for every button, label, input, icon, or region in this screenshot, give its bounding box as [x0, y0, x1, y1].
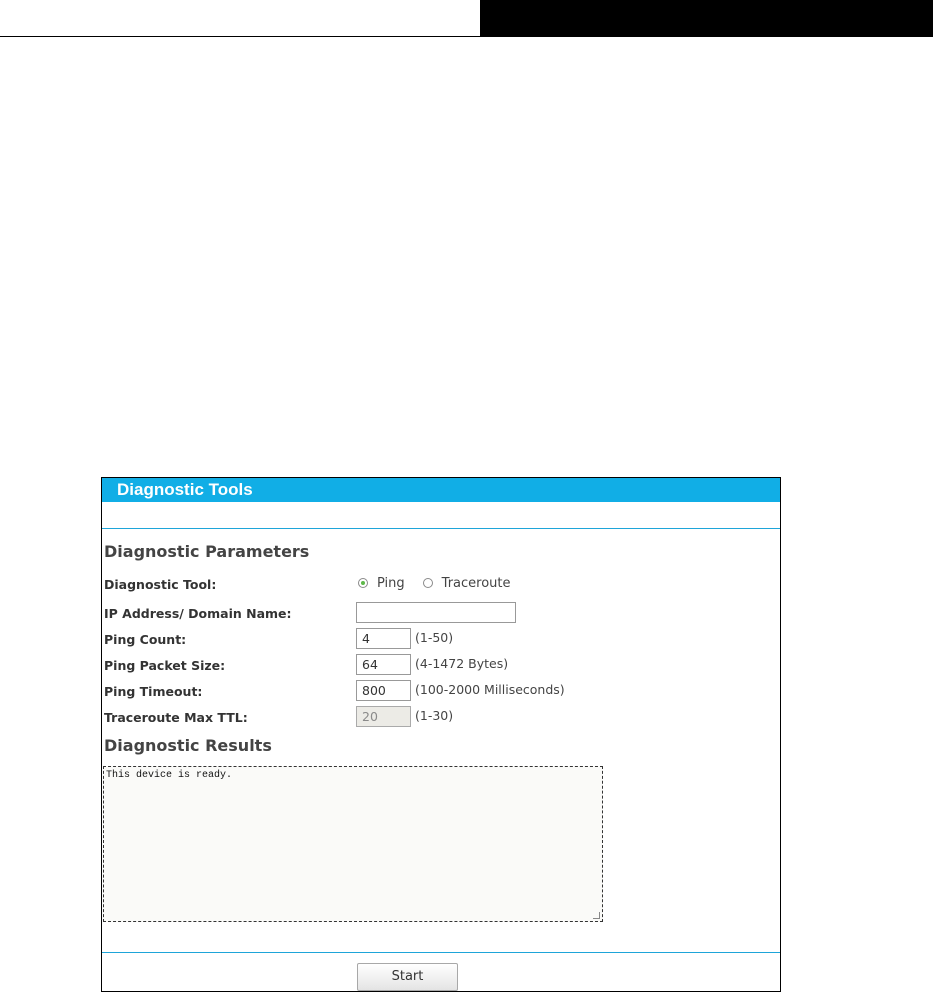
ping-timeout-hint: (100-2000 Milliseconds) — [415, 682, 565, 697]
ip-address-label: IP Address/ Domain Name: — [104, 606, 292, 621]
footer-divider — [102, 952, 780, 953]
ping-radio[interactable] — [358, 578, 368, 588]
header-bar — [480, 0, 933, 37]
ping-timeout-label: Ping Timeout: — [104, 684, 203, 699]
diagnostic-tool-radio-group: Ping Traceroute — [358, 575, 511, 591]
ping-packet-size-hint: (4-1472 Bytes) — [415, 656, 509, 671]
header-rule — [0, 36, 480, 37]
ping-count-input[interactable]: 4 — [356, 628, 411, 649]
results-heading: Diagnostic Results — [104, 736, 272, 755]
diagnostic-tool-label: Diagnostic Tool: — [104, 577, 217, 592]
traceroute-radio[interactable] — [422, 578, 433, 588]
ping-radio-label[interactable]: Ping — [377, 576, 405, 591]
ping-packet-size-input[interactable]: 64 — [356, 654, 411, 675]
title-divider — [102, 528, 780, 529]
parameters-heading: Diagnostic Parameters — [104, 542, 310, 561]
traceroute-radio-label[interactable]: Traceroute — [442, 576, 511, 591]
traceroute-max-ttl-hint: (1-30) — [415, 708, 454, 723]
traceroute-max-ttl-input: 20 — [356, 706, 411, 727]
ping-timeout-input[interactable]: 800 — [356, 680, 411, 701]
resize-grip-icon[interactable] — [593, 912, 600, 919]
start-button[interactable]: Start — [357, 963, 458, 991]
ip-address-input[interactable] — [356, 602, 516, 623]
traceroute-max-ttl-label: Traceroute Max TTL: — [104, 710, 248, 725]
ping-count-hint: (1-50) — [415, 630, 454, 645]
panel-title: Diagnostic Tools — [102, 478, 780, 502]
diagnostic-results-textarea[interactable]: This device is ready. — [103, 766, 603, 922]
ping-count-label: Ping Count: — [104, 632, 187, 647]
ping-packet-size-label: Ping Packet Size: — [104, 658, 226, 673]
results-text: This device is ready. — [106, 770, 233, 781]
diagnostic-tools-panel: Diagnostic Tools Diagnostic Parameters D… — [101, 477, 781, 992]
